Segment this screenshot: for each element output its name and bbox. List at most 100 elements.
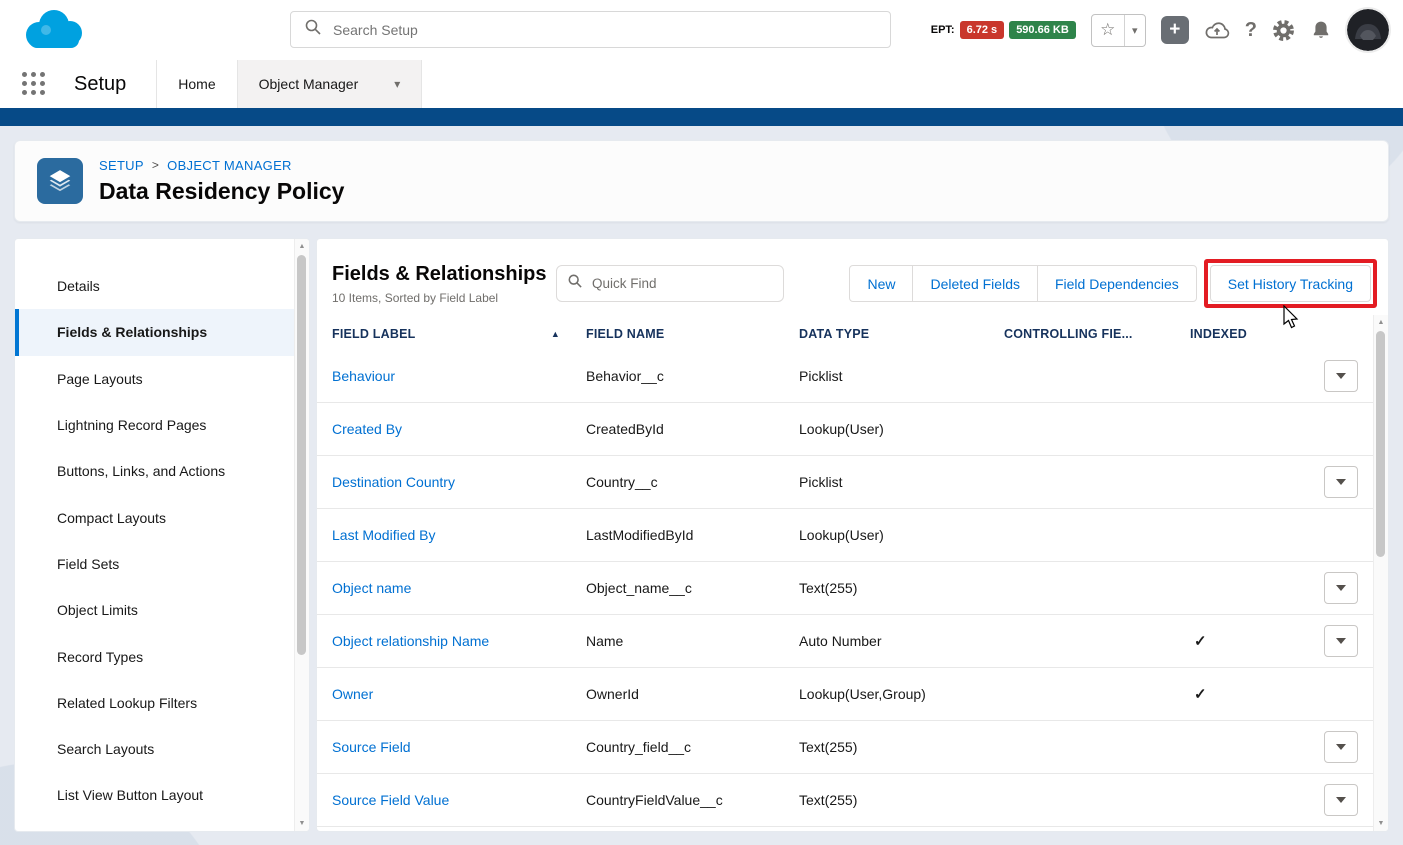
list-action-buttons: New Deleted Fields Field Dependencies Se… <box>849 259 1377 329</box>
global-search-box <box>290 11 891 48</box>
scroll-up-arrow-icon[interactable]: ▲ <box>299 242 306 251</box>
nav-tab-label: Object Manager <box>258 76 359 92</box>
sidebar-item[interactable]: List View Button Layout <box>15 772 309 818</box>
caret-down-icon <box>1336 797 1346 803</box>
field-label-link[interactable]: Destination Country <box>332 474 455 490</box>
caret-down-icon <box>1336 479 1346 485</box>
breadcrumb: SETUP > OBJECT MANAGER <box>99 158 344 173</box>
column-header[interactable]: FIELD NAME ▲ <box>586 327 799 341</box>
field-label-link[interactable]: Object relationship Name <box>332 633 489 649</box>
quick-find-input[interactable] <box>590 275 783 292</box>
sidebar-item[interactable]: Page Layouts <box>15 356 309 402</box>
field-name-cell: Country_field__c <box>586 739 692 755</box>
table-row: Owner OwnerId Lookup(User,Group) ✓ <box>317 668 1388 721</box>
table-row: Last Modified By LastModifiedById Lookup… <box>317 509 1388 562</box>
field-label-link[interactable]: Owner <box>332 686 373 702</box>
sidebar-item[interactable]: Fields & Relationships <box>15 309 309 356</box>
table-row: Object name Object_name__c Text(255) ✓ <box>317 562 1388 615</box>
nav-tab-label: Home <box>178 76 216 92</box>
search-icon <box>305 19 321 40</box>
data-type-cell: Text(255) <box>799 580 858 596</box>
scrollbar-thumb[interactable] <box>297 255 306 655</box>
breadcrumb-separator: > <box>151 158 160 172</box>
gear-icon[interactable] <box>1272 19 1295 42</box>
column-header[interactable]: FIELD LABEL ▲ <box>332 327 586 341</box>
field-label-link[interactable]: Source Field <box>332 739 411 755</box>
main-scrollbar[interactable]: ▲ ▼ <box>1373 315 1388 831</box>
sidebar-item[interactable]: Compact Layouts <box>15 494 309 540</box>
field-label-link[interactable]: Created By <box>332 421 402 437</box>
table-row: Object relationship Name Name Auto Numbe… <box>317 615 1388 668</box>
sidebar-item[interactable]: Search Layouts <box>15 726 309 772</box>
performance-indicator: EPT: 6.72 s 590.66 KB <box>931 21 1076 39</box>
action-button[interactable]: New <box>849 265 914 302</box>
breadcrumb-object-manager-link[interactable]: OBJECT MANAGER <box>167 158 292 173</box>
scroll-down-arrow-icon[interactable]: ▼ <box>1378 819 1385 828</box>
field-label-link[interactable]: Object name <box>332 580 411 596</box>
sidebar-item[interactable]: Record Types <box>15 633 309 679</box>
sidebar-item-label: Related Lookup Filters <box>57 694 198 711</box>
help-icon[interactable]: ? <box>1245 19 1257 42</box>
column-header[interactable]: DATA TYPE ▲ <box>799 327 1004 341</box>
scroll-down-arrow-icon[interactable]: ▼ <box>299 819 306 828</box>
sidebar-item[interactable]: Related Lookup Filters <box>15 680 309 726</box>
action-button[interactable]: Field Dependencies <box>1036 265 1197 302</box>
sidebar-scrollbar[interactable]: ▲ ▼ <box>294 239 309 831</box>
sidebar-item-label: List View Button Layout <box>57 787 204 804</box>
nav-tab[interactable]: Home ▾ <box>157 60 238 108</box>
column-label: FIELD LABEL <box>332 327 416 341</box>
star-icon[interactable]: ☆ <box>1092 15 1124 46</box>
chevron-down-icon[interactable]: ▾ <box>394 77 400 91</box>
sidebar-item[interactable]: Field Sets <box>15 541 309 587</box>
row-actions-menu-button[interactable] <box>1324 625 1358 657</box>
setup-search-input[interactable] <box>331 20 890 39</box>
sidebar-item[interactable]: Object Limits <box>15 587 309 633</box>
row-actions-menu-button[interactable] <box>1324 572 1358 604</box>
field-name-cell: Country__c <box>586 474 658 490</box>
table-row: Behaviour Behavior__c Picklist ✓ <box>317 350 1388 403</box>
plus-icon[interactable]: + <box>1160 16 1189 44</box>
table-header-row: FIELD LABEL ▲ FIELD NAME ▲ DATA TYPE ▲ <box>317 318 1388 350</box>
column-header[interactable]: INDEXED ▲ <box>1190 327 1320 341</box>
row-actions-menu-button[interactable] <box>1324 360 1358 392</box>
table-row: Source Field Value CountryFieldValue__c … <box>317 774 1388 827</box>
column-header[interactable]: CONTROLLING FIE... ▲ <box>1004 327 1190 341</box>
sidebar-item[interactable]: Buttons, Links, and Actions <box>15 448 309 494</box>
scrollbar-thumb[interactable] <box>1376 331 1385 557</box>
sidebar-item-label: Details <box>57 278 100 295</box>
nav-tabs: Home ▾ Object Manager ▾ <box>156 60 423 108</box>
sort-asc-icon: ▲ <box>550 329 560 339</box>
bell-icon[interactable] <box>1310 19 1332 41</box>
nav-tab[interactable]: Object Manager ▾ <box>237 60 423 108</box>
row-actions-menu-button[interactable] <box>1324 731 1358 763</box>
sidebar-item[interactable]: Lightning Record Pages <box>15 402 309 448</box>
field-name-cell: Name <box>586 633 624 649</box>
sidebar-item-label: Buttons, Links, and Actions <box>57 463 226 480</box>
user-avatar[interactable] <box>1347 9 1389 51</box>
indexed-check-icon: ✓ <box>1194 633 1207 650</box>
field-label-link[interactable]: Last Modified By <box>332 527 436 543</box>
sidebar-item[interactable]: Details <box>15 263 309 309</box>
table-row: Source Field Country_field__c Text(255) … <box>317 721 1388 774</box>
action-button[interactable]: Deleted Fields <box>912 265 1038 302</box>
scroll-up-arrow-icon[interactable]: ▲ <box>1378 318 1385 327</box>
breadcrumb-setup-link[interactable]: SETUP <box>99 158 144 173</box>
data-type-cell: Lookup(User) <box>799 421 884 437</box>
favorites-control: ☆ ▾ <box>1090 13 1146 47</box>
row-actions-menu-button[interactable] <box>1324 466 1358 498</box>
search-icon <box>568 274 582 293</box>
favorites-caret-down-icon[interactable]: ▾ <box>1123 14 1145 46</box>
table-row: Destination Country Country__c Picklist … <box>317 456 1388 509</box>
salesforce-logo <box>16 6 90 61</box>
data-type-cell: Text(255) <box>799 739 858 755</box>
field-label-link[interactable]: Behaviour <box>332 368 395 384</box>
page-header-card: SETUP > OBJECT MANAGER Data Residency Po… <box>14 140 1389 222</box>
annotation-highlight-box: Set History Tracking <box>1203 259 1377 329</box>
sidebar-item-label: Object Limits <box>57 602 138 619</box>
cloud-upload-icon[interactable] <box>1204 19 1230 41</box>
row-actions-menu-button[interactable] <box>1324 784 1358 816</box>
sidebar-nav-list: Details Fields & Relationships Page Layo… <box>15 263 309 819</box>
field-label-link[interactable]: Source Field Value <box>332 792 449 808</box>
action-button[interactable]: Set History Tracking <box>1209 265 1371 302</box>
app-launcher-waffle-icon[interactable] <box>22 72 46 96</box>
